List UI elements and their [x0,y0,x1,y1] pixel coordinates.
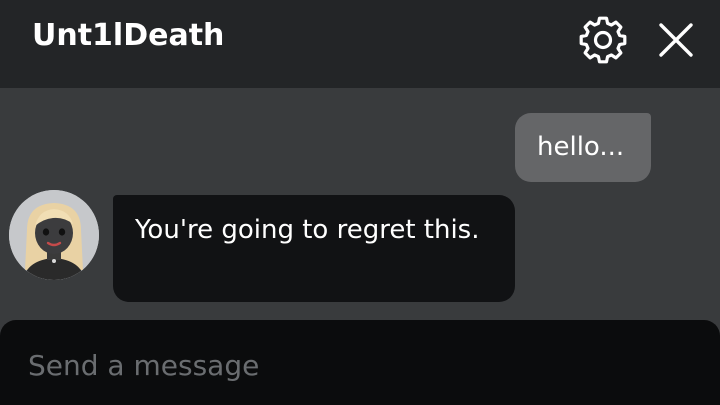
message-input[interactable] [0,320,720,405]
message-composer [0,320,720,405]
chat-title: Unt1lDeath [32,18,225,53]
message-list: hello... You're going to regret this. [0,88,720,320]
close-icon [659,23,693,57]
settings-button[interactable] [577,14,629,66]
incoming-message: You're going to regret this. [113,195,515,302]
chat-header: Unt1lDeath [0,0,720,88]
avatar-image [9,190,99,280]
outgoing-message: hello... [515,113,651,182]
close-button[interactable] [650,14,702,66]
gear-icon [579,16,627,64]
chat-window: Unt1lDeath hello... You're going to regr… [0,0,720,405]
avatar[interactable] [9,190,99,280]
